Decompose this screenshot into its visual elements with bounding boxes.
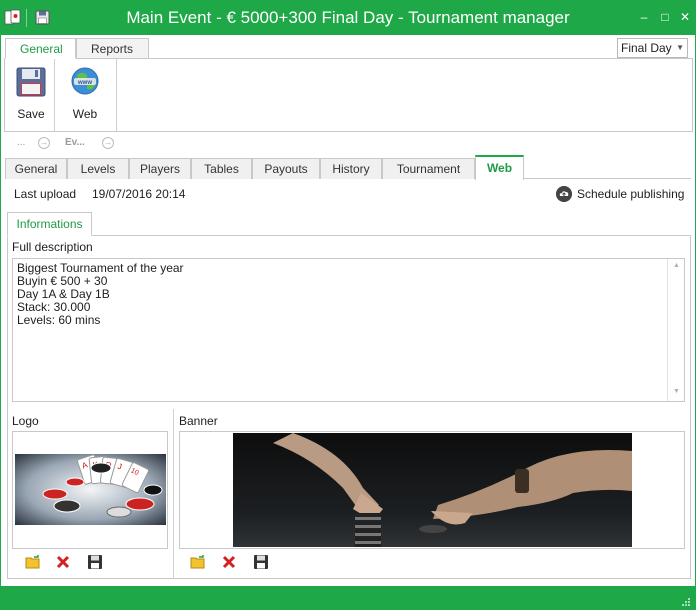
open-folder-icon[interactable] — [190, 554, 206, 570]
app-window: Main Event - € 5000+300 Final Day - Tour… — [0, 0, 696, 610]
cloud-upload-icon — [556, 186, 572, 202]
tab-history[interactable]: History — [320, 158, 382, 179]
last-upload-value: 19/07/2016 20:14 — [92, 187, 186, 201]
last-upload-label: Last upload — [14, 187, 77, 201]
banner-image — [233, 433, 632, 547]
logo-image: A K Q J 10 — [15, 454, 166, 525]
ribbon-panel: Save www Web — [4, 58, 693, 132]
ribbon-separator — [116, 59, 117, 131]
window-title: Main Event - € 5000+300 Final Day - Tour… — [126, 8, 570, 27]
description-line: Biggest Tournament of the year — [17, 261, 184, 275]
close-icon[interactable]: ✕ — [677, 9, 693, 25]
chip-stack — [355, 513, 381, 547]
tab-payouts[interactable]: Payouts — [252, 158, 320, 179]
tab-levels[interactable]: Levels — [67, 158, 129, 179]
full-description-textarea[interactable]: Biggest Tournament of the year Buyin € 5… — [12, 258, 685, 402]
tournament-tab-strip: General Levels Players Tables Payouts Hi… — [5, 155, 691, 180]
save-icon[interactable] — [253, 554, 269, 570]
tab-tournament[interactable]: Tournament — [382, 158, 475, 179]
description-line: Stack: 30.000 — [17, 300, 91, 314]
delete-icon[interactable] — [55, 554, 71, 570]
nav-arrow-icon[interactable]: → — [102, 137, 114, 149]
title-bar: Main Event - € 5000+300 Final Day - Tour… — [1, 1, 695, 35]
chevron-down-icon: ▼ — [676, 43, 684, 52]
ribbon-tab-reports[interactable]: Reports — [76, 38, 149, 59]
day-selector[interactable]: Final Day ▼ — [617, 38, 688, 58]
ribbon-separator — [54, 59, 55, 131]
schedule-publishing-label: Schedule publishing — [577, 187, 685, 201]
status-bar — [1, 586, 695, 610]
maximize-icon[interactable]: □ — [657, 9, 673, 25]
tab-general[interactable]: General — [5, 158, 67, 179]
tab-informations[interactable]: Informations — [7, 212, 92, 236]
web-button-label: Web — [72, 107, 98, 121]
full-description-label: Full description — [12, 240, 93, 254]
event-nav-link[interactable]: Ev... — [65, 137, 85, 148]
save-button[interactable]: Save — [9, 65, 53, 125]
svg-text:www: www — [77, 80, 92, 86]
description-line: Day 1A & Day 1B — [17, 287, 110, 301]
scroll-down-icon[interactable]: ▼ — [673, 388, 680, 395]
logo-image-box[interactable]: A K Q J 10 — [12, 431, 168, 549]
save-icon[interactable] — [87, 554, 103, 570]
description-line: Buyin € 500 + 30 — [17, 274, 108, 288]
save-icon — [16, 67, 46, 97]
description-line: Levels: 60 mins — [17, 313, 101, 327]
banner-image-box[interactable] — [179, 431, 685, 549]
ribbon-tab-general[interactable]: General — [5, 38, 76, 59]
save-button-label: Save — [17, 107, 45, 121]
nav-arrow-icon[interactable]: → — [38, 137, 50, 149]
vertical-scrollbar[interactable]: ▲ ▼ — [667, 259, 684, 401]
tab-tables[interactable]: Tables — [191, 158, 252, 179]
scroll-up-icon[interactable]: ▲ — [673, 262, 680, 269]
delete-icon[interactable] — [221, 554, 237, 570]
resize-grip-icon[interactable] — [681, 597, 691, 607]
prev-nav-link[interactable]: ... — [17, 137, 25, 148]
tab-players[interactable]: Players — [129, 158, 191, 179]
minimize-icon[interactable]: – — [636, 9, 652, 25]
day-selector-value: Final Day — [621, 41, 672, 55]
open-folder-icon[interactable] — [25, 554, 41, 570]
logo-label: Logo — [12, 414, 39, 428]
ribbon-tab-strip: General Reports — [1, 35, 695, 59]
tab-web[interactable]: Web — [475, 155, 524, 180]
banner-label: Banner — [179, 414, 218, 428]
globe-icon: www — [71, 67, 99, 95]
web-button[interactable]: www Web — [63, 65, 107, 125]
logo-banner-separator — [173, 409, 174, 579]
